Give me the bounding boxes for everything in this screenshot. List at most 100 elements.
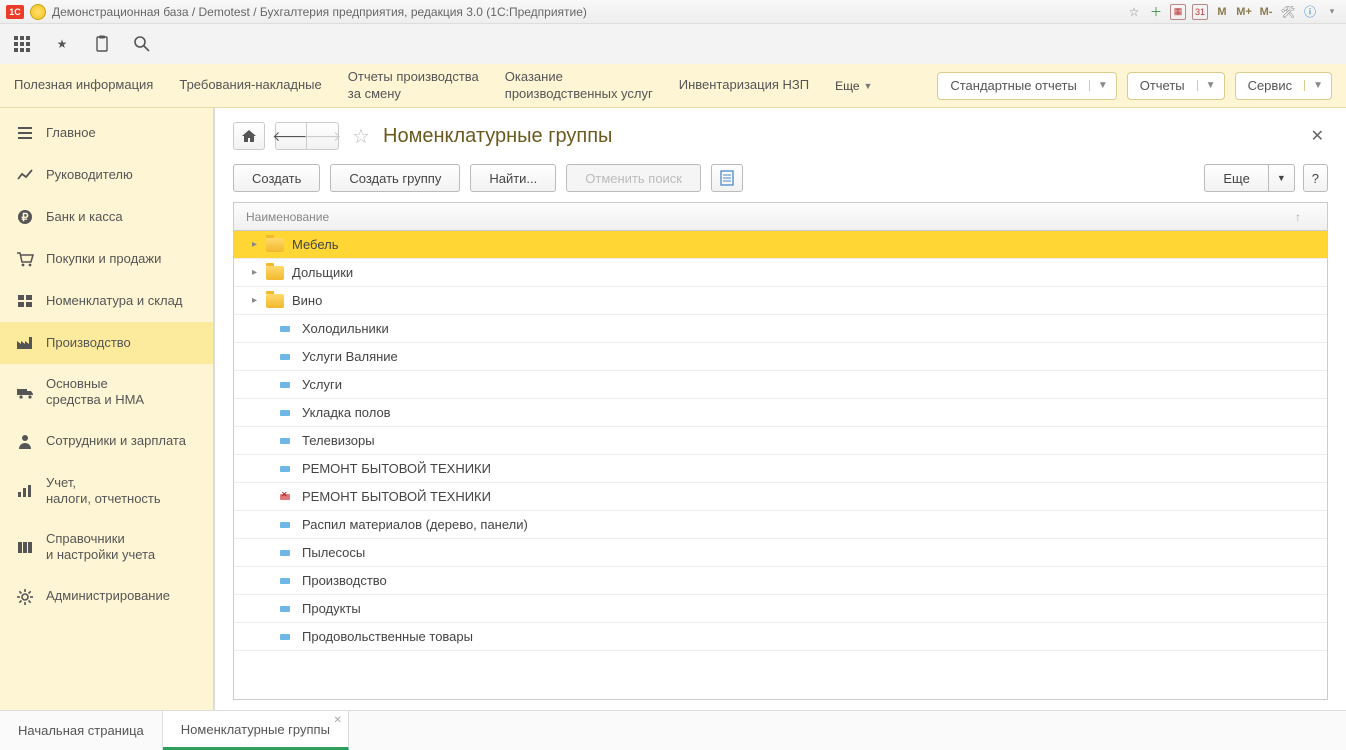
sidebar-item[interactable]: Номенклатура и склад — [0, 280, 213, 322]
sidebar-item-label: Главное — [46, 125, 96, 141]
calc-icon[interactable]: ▦ — [1170, 4, 1186, 20]
sidebar-item[interactable]: Главное — [0, 112, 213, 154]
favorite-icon[interactable]: ☆ — [1126, 4, 1142, 20]
tab-start-label: Начальная страница — [18, 723, 144, 738]
item-icon — [280, 522, 290, 528]
table-row[interactable]: Распил материалов (дерево, панели) — [234, 511, 1327, 539]
calendar-icon[interactable]: 31 — [1192, 4, 1208, 20]
icon-toolbar: ★ — [0, 24, 1346, 64]
sidebar-item-label: Администрирование — [46, 588, 170, 604]
star-icon[interactable]: ★ — [52, 34, 72, 54]
table-header[interactable]: Наименование ↑ — [234, 203, 1327, 231]
row-label: Распил материалов (дерево, панели) — [302, 517, 528, 532]
row-label: Услуги Валяние — [302, 349, 398, 364]
row-label: Продукты — [302, 601, 361, 616]
reports-button[interactable]: Отчеты ▼ — [1127, 72, 1225, 100]
sidebar-item[interactable]: Руководителю — [0, 154, 213, 196]
table-row[interactable]: Холодильники — [234, 315, 1327, 343]
sidebar-item[interactable]: Справочники и настройки учета — [0, 519, 213, 576]
item-icon — [280, 606, 290, 612]
sidebar-item[interactable]: Производство — [0, 322, 213, 364]
cmd-link[interactable]: Требования-накладные — [179, 77, 321, 94]
more-dropdown[interactable]: ▼ — [1269, 164, 1295, 192]
sidebar: Главное Руководителю ₽ Банк и касса Покупки … — [0, 108, 214, 710]
cmd-link[interactable]: Инвентаризация НЗП — [679, 77, 809, 94]
back-button[interactable]: 🡐 — [275, 122, 307, 150]
tools-icon[interactable]: 🛠 — [1280, 4, 1296, 20]
table-row[interactable]: ▸Вино — [234, 287, 1327, 315]
bottom-tabs: Начальная страница Номенклатурные группы… — [0, 710, 1346, 750]
table-row[interactable]: Телевизоры — [234, 427, 1327, 455]
table-row[interactable]: Пылесосы — [234, 539, 1327, 567]
table-row[interactable]: ▸Дольщики — [234, 259, 1327, 287]
sidebar-item-label: Справочники и настройки учета — [46, 531, 155, 564]
expander-icon[interactable]: ▸ — [252, 295, 266, 306]
tab-current[interactable]: Номенклатурные группы ✕ — [163, 711, 349, 750]
sidebar-item[interactable]: Основные средства и НМА — [0, 364, 213, 421]
create-button[interactable]: Создать — [233, 164, 320, 192]
window-title: Демонстрационная база / Demotest / Бухга… — [52, 5, 587, 19]
cmd-link[interactable]: Оказание производственных услуг — [505, 69, 653, 103]
forward-button[interactable]: 🡒 — [307, 122, 339, 150]
factory-icon — [16, 334, 34, 352]
folder-icon — [266, 238, 284, 252]
memory-mminus[interactable]: M- — [1258, 4, 1274, 20]
list-view-button[interactable] — [711, 164, 743, 192]
sidebar-item[interactable]: Администрирование — [0, 576, 213, 618]
search-icon[interactable] — [132, 34, 152, 54]
cmd-link[interactable]: Отчеты производства за смену — [348, 69, 479, 103]
action-bar: Создать Создать группу Найти... Отменить… — [233, 164, 1328, 192]
memory-m[interactable]: M — [1214, 4, 1230, 20]
sidebar-item[interactable]: Сотрудники и зарплата — [0, 421, 213, 463]
find-button[interactable]: Найти... — [470, 164, 556, 192]
row-label: Холодильники — [302, 321, 389, 336]
sidebar-item-label: Банк и касса — [46, 209, 123, 225]
clipboard-icon[interactable] — [92, 34, 112, 54]
info-icon[interactable]: ⓘ — [1302, 4, 1318, 20]
item-icon — [280, 410, 290, 416]
table-row[interactable]: РЕМОНТ БЫТОВОЙ ТЕХНИКИ — [234, 483, 1327, 511]
create-group-button[interactable]: Создать группу — [330, 164, 460, 192]
memory-mplus[interactable]: M+ — [1236, 4, 1252, 20]
tab-close-icon[interactable]: ✕ — [334, 715, 342, 726]
titlebar: 1C Демонстрационная база / Demotest / Бу… — [0, 0, 1346, 24]
row-label: Услуги — [302, 377, 342, 392]
item-icon — [280, 438, 290, 444]
service-button[interactable]: Сервис ▼ — [1235, 72, 1332, 100]
logo-1c: 1C — [6, 5, 24, 19]
table-row[interactable]: Продукты — [234, 595, 1327, 623]
table-row[interactable]: Производство — [234, 567, 1327, 595]
plus-icon[interactable]: ＋ — [1148, 4, 1164, 20]
cmd-link[interactable]: Полезная информация — [14, 77, 153, 94]
truck-icon — [16, 383, 34, 401]
table-row[interactable]: ▸Мебель — [234, 231, 1327, 259]
cmd-more[interactable]: Еще ▼ — [835, 79, 872, 93]
sidebar-item[interactable]: ₽ Банк и касса — [0, 196, 213, 238]
ruble-icon: ₽ — [16, 208, 34, 226]
home-button[interactable] — [233, 122, 265, 150]
favorite-page-icon[interactable]: ☆ — [349, 124, 373, 149]
tab-start[interactable]: Начальная страница — [0, 711, 163, 750]
apps-icon[interactable] — [12, 34, 32, 54]
item-icon — [280, 466, 290, 472]
close-page-button[interactable]: ✕ — [1307, 126, 1328, 146]
row-label: Производство — [302, 573, 387, 588]
table-row[interactable]: Услуги Валяние — [234, 343, 1327, 371]
table-row[interactable]: Продовольственные товары — [234, 623, 1327, 651]
expander-icon[interactable]: ▸ — [252, 239, 266, 250]
help-button[interactable]: ? — [1303, 164, 1328, 192]
sidebar-item-label: Руководителю — [46, 167, 133, 183]
sidebar-item[interactable]: Учет, налоги, отчетность — [0, 463, 213, 520]
std-reports-label: Стандартные отчеты — [938, 78, 1088, 93]
chevron-down-icon: ▼ — [864, 81, 873, 91]
more-button[interactable]: Еще — [1204, 164, 1268, 192]
row-label: Пылесосы — [302, 545, 365, 560]
table-row[interactable]: РЕМОНТ БЫТОВОЙ ТЕХНИКИ — [234, 455, 1327, 483]
expander-icon[interactable]: ▸ — [252, 267, 266, 278]
sidebar-item[interactable]: Покупки и продажи — [0, 238, 213, 280]
table-row[interactable]: Услуги — [234, 371, 1327, 399]
table-row[interactable]: Укладка полов — [234, 399, 1327, 427]
table-body[interactable]: ▸Мебель▸Дольщики▸Вино Холодильники Услуги … — [234, 231, 1327, 699]
info-dropdown-icon[interactable]: ▾ — [1324, 4, 1340, 20]
std-reports-button[interactable]: Стандартные отчеты ▼ — [937, 72, 1116, 100]
